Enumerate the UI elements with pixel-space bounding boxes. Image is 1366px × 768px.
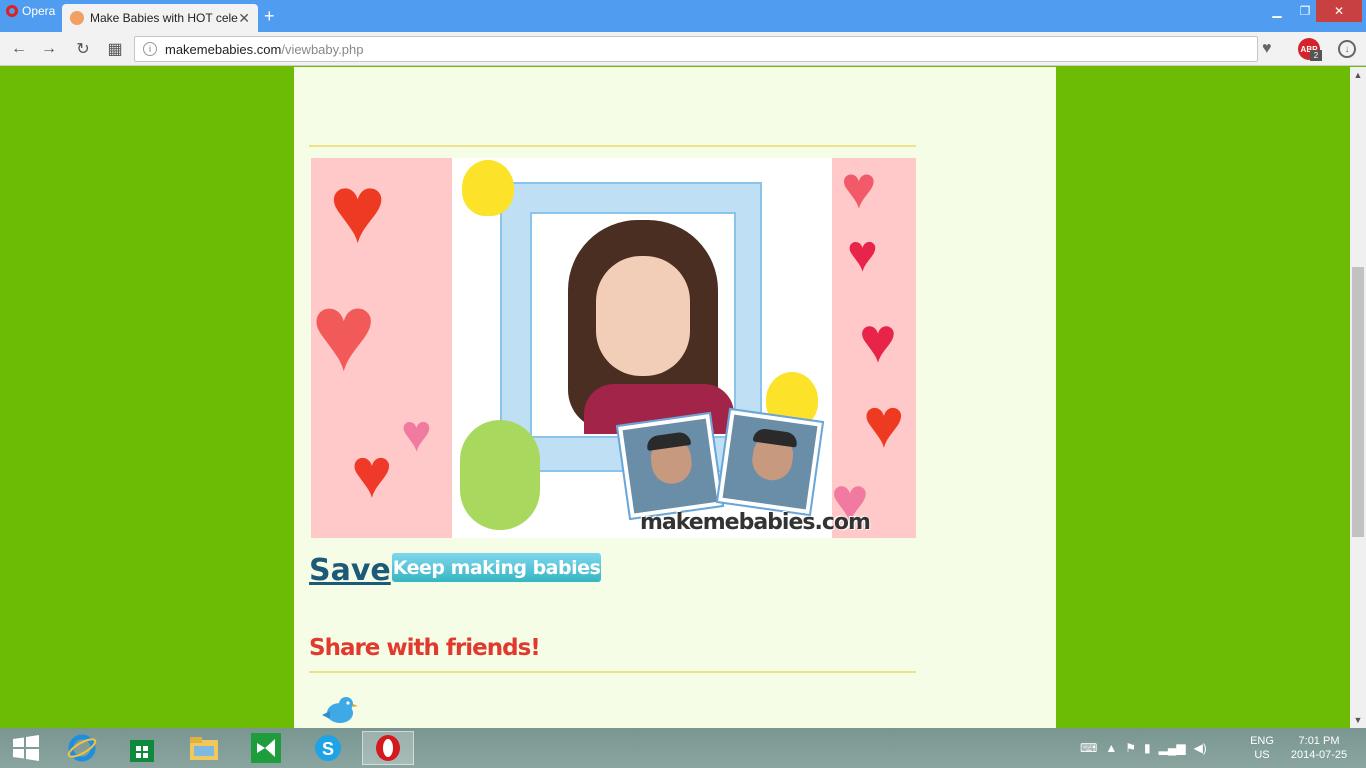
- tab-title: Make Babies with HOT cele: [90, 11, 238, 25]
- speed-dial-grid-icon[interactable]: ▦: [104, 38, 126, 60]
- baby-result-image: ♥ ♥ ♥ ♥ ♥ ♥ ♥ ♥ ♥ makemebabies.com: [311, 158, 916, 538]
- parent-photo-2: [715, 407, 825, 517]
- site-watermark: makemebabies.com: [640, 510, 871, 535]
- minimize-button[interactable]: ▁: [1262, 0, 1292, 22]
- save-link[interactable]: Save: [309, 553, 391, 588]
- heart-decoration: ♥: [351, 434, 393, 512]
- input-language-indicator[interactable]: ENG US: [1246, 734, 1278, 762]
- skype-icon[interactable]: S: [302, 731, 354, 765]
- system-clock[interactable]: 7:01 PM 2014-07-25: [1286, 734, 1352, 762]
- language-code: ENG: [1250, 735, 1274, 747]
- forward-arrow-icon[interactable]: →: [38, 38, 60, 60]
- title-bar: Opera Make Babies with HOT cele ✕ + ▁ ❐ …: [0, 0, 1366, 32]
- clock-time: 7:01 PM: [1298, 735, 1340, 747]
- show-hidden-icons-icon[interactable]: ▲: [1105, 741, 1117, 755]
- downloads-icon[interactable]: ↓: [1338, 40, 1356, 58]
- back-arrow-icon[interactable]: ←: [8, 38, 30, 60]
- windows-taskbar: S ⌨ ▲ ⚑ ▮ ▂▄▆ ◀) ENG US 7:01 PM 2014-07-…: [0, 728, 1366, 768]
- region-code: US: [1254, 749, 1270, 761]
- windows-start-icon[interactable]: [0, 731, 52, 765]
- url-path: /viewbaby.php: [281, 41, 364, 57]
- keep-making-babies-button[interactable]: Keep making babies: [392, 553, 601, 582]
- network-icon[interactable]: ▮: [1144, 741, 1151, 755]
- tab-favicon-icon: [70, 11, 84, 25]
- tab-close-icon[interactable]: ✕: [238, 10, 250, 27]
- heart-decoration: ♥: [841, 158, 877, 221]
- clock-date: 2014-07-25: [1290, 749, 1348, 761]
- twitter-bird-icon[interactable]: [318, 695, 358, 728]
- svg-text:S: S: [322, 739, 334, 759]
- system-tray: ⌨ ▲ ⚑ ▮ ▂▄▆ ◀): [1080, 728, 1207, 768]
- baby-portrait: [530, 212, 736, 438]
- share-heading: Share with friends!: [309, 635, 541, 661]
- opera-taskbar-icon[interactable]: [362, 731, 414, 765]
- site-info-icon[interactable]: i: [143, 42, 157, 56]
- address-bar[interactable]: i makemebabies.com /viewbaby.php: [134, 36, 1258, 62]
- close-window-button[interactable]: ✕: [1316, 0, 1362, 22]
- volume-icon[interactable]: ◀): [1194, 741, 1207, 755]
- divider: [309, 145, 916, 147]
- content-column: ♥ ♥ ♥ ♥ ♥ ♥ ♥ ♥ ♥ makemebabies.com Save …: [294, 67, 1056, 728]
- visual-studio-icon[interactable]: [240, 731, 292, 765]
- parent-photo-1: [615, 411, 725, 521]
- heart-decoration: ♥: [847, 225, 878, 283]
- action-center-flag-icon[interactable]: ⚑: [1125, 741, 1136, 755]
- browser-tab[interactable]: Make Babies with HOT cele ✕: [62, 4, 258, 32]
- heart-decoration: ♥: [329, 158, 386, 263]
- keyboard-icon[interactable]: ⌨: [1080, 741, 1097, 755]
- internet-explorer-icon[interactable]: [56, 731, 108, 765]
- opera-logo-icon: [6, 5, 18, 17]
- scroll-down-arrow-icon[interactable]: ▼: [1350, 712, 1366, 728]
- heart-decoration: ♥: [863, 384, 905, 462]
- heart-decoration: ♥: [859, 304, 897, 376]
- heart-decoration: ♥: [401, 405, 432, 463]
- browser-toolbar: ← → ↻ ▦ i makemebabies.com /viewbaby.php…: [0, 32, 1366, 66]
- scrollbar-thumb[interactable]: [1352, 267, 1364, 537]
- windows-store-icon[interactable]: [116, 731, 168, 765]
- opera-menu-button[interactable]: Opera: [0, 0, 58, 22]
- divider: [309, 671, 916, 673]
- scroll-up-arrow-icon[interactable]: ▲: [1350, 67, 1366, 83]
- reload-icon[interactable]: ↻: [72, 38, 94, 60]
- adblock-count-badge: 2: [1310, 50, 1322, 61]
- heart-decoration: ♥: [311, 271, 377, 394]
- page-viewport: ♥ ♥ ♥ ♥ ♥ ♥ ♥ ♥ ♥ makemebabies.com Save …: [0, 67, 1350, 728]
- baby-face: [596, 256, 690, 376]
- opera-menu-label: Opera: [22, 4, 56, 18]
- rubber-duck-icon: [462, 160, 514, 216]
- file-explorer-icon[interactable]: [178, 731, 230, 765]
- teddy-bear-icon: [460, 420, 540, 530]
- bookmark-heart-icon[interactable]: ♥: [1262, 40, 1272, 58]
- new-tab-button[interactable]: +: [264, 6, 275, 27]
- signal-bars-icon[interactable]: ▂▄▆: [1159, 741, 1186, 755]
- url-host: makemebabies.com: [165, 41, 282, 57]
- vertical-scrollbar[interactable]: ▲ ▼: [1350, 67, 1366, 728]
- baby-photo-card: makemebabies.com: [452, 158, 871, 538]
